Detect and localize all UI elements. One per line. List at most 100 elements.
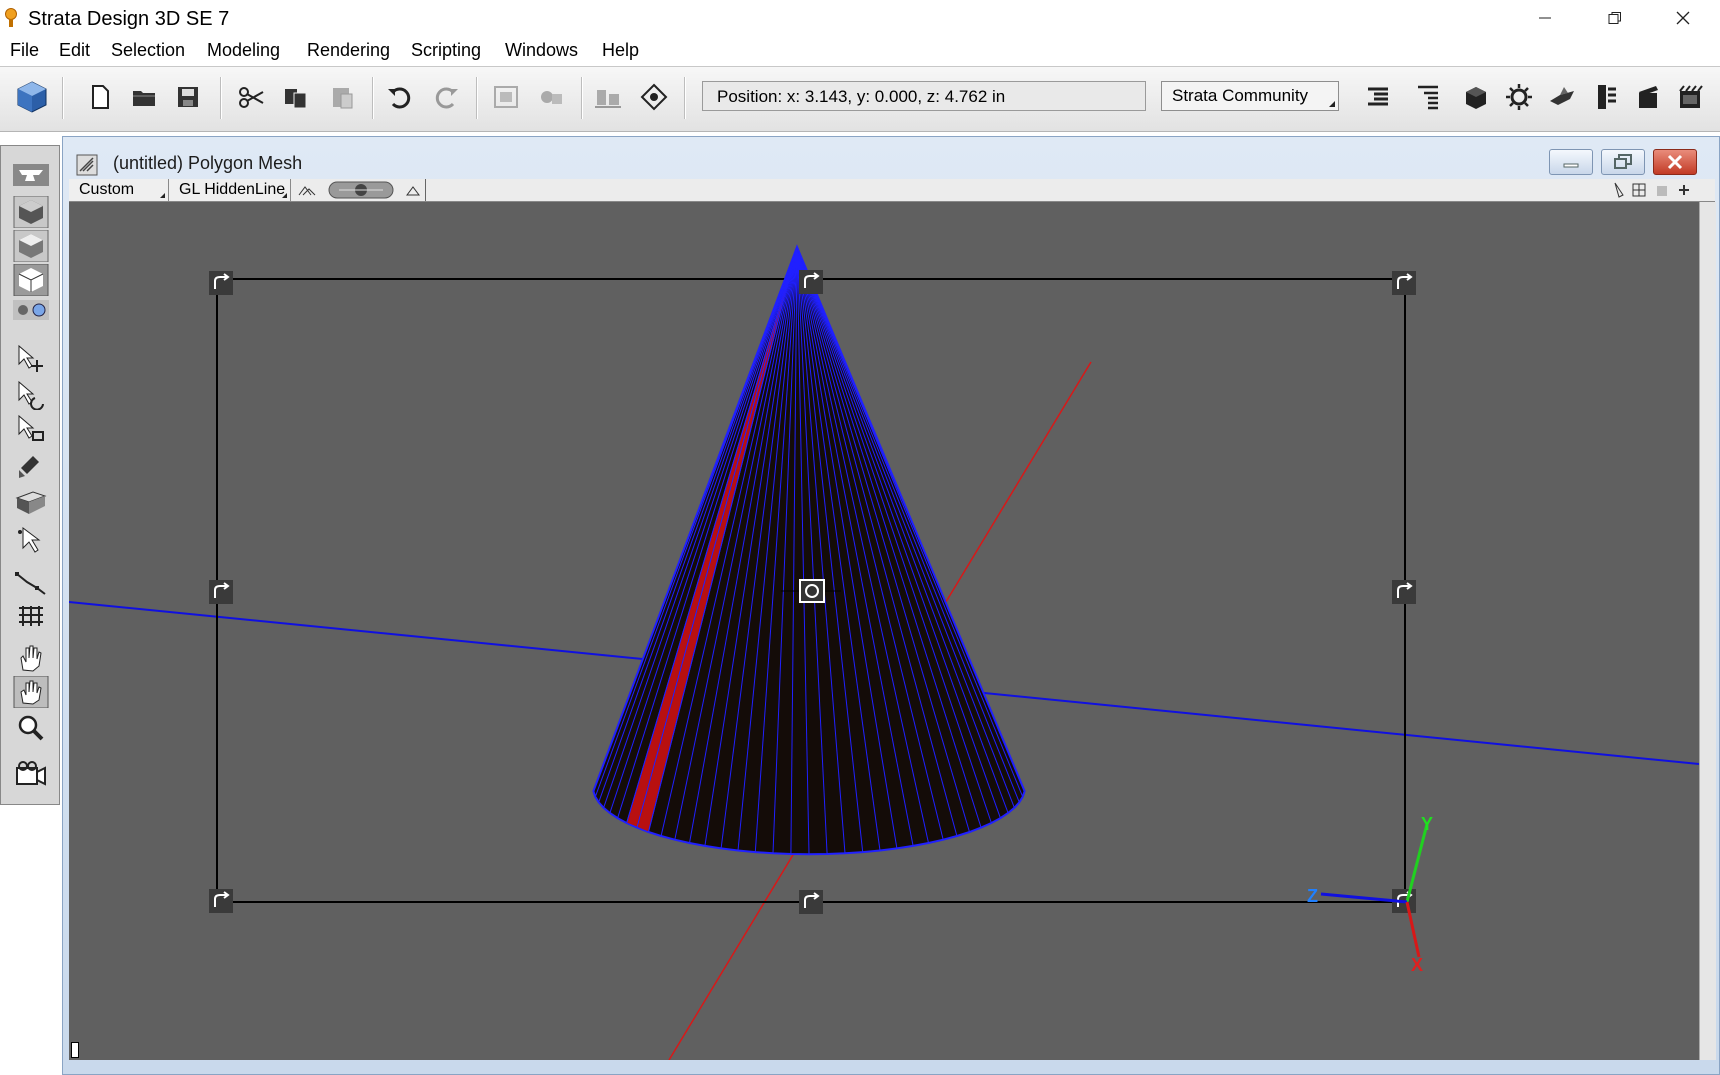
view-options-icons[interactable] [1609,181,1709,199]
clapper-icon[interactable] [1632,81,1664,113]
cone-mesh[interactable] [592,244,1026,856]
minimize-icon [1539,17,1551,19]
save-icon[interactable] [172,81,204,113]
redo-icon[interactable] [430,81,462,113]
menu-selection[interactable]: Selection [111,40,185,61]
rotate-handle-icon[interactable] [1392,580,1416,604]
toolbar-separator [372,77,374,119]
scene-canvas[interactable]: Y Z X [69,202,1699,1060]
pan-icon[interactable] [13,676,49,708]
axis-label-x: X [1411,955,1423,975]
restore-icon [1608,12,1621,24]
copy-icon[interactable] [280,81,312,113]
move-icon[interactable] [13,342,49,374]
strata-cube-icon[interactable] [14,79,50,115]
position-readout: Position: x: 3.143, y: 0.000, z: 4.762 i… [702,81,1146,111]
document-window: (untitled) Polygon Mesh Custom GL Hidden… [62,136,1720,1075]
menu-edit[interactable]: Edit [59,40,90,61]
menu-rendering[interactable]: Rendering [307,40,390,61]
align-icon[interactable] [592,81,624,113]
viewbar-separator [425,179,426,201]
view-toolbar: Custom GL HiddenLine [69,179,1715,202]
menu-bar: File Edit Selection Modeling Rendering S… [0,37,1720,65]
cube-wire-icon[interactable] [13,230,49,262]
app-title: Strata Design 3D SE 7 [28,8,230,30]
animation-icon[interactable] [1590,81,1622,113]
main-toolbar: Position: x: 3.143, y: 0.000, z: 4.762 i… [0,66,1720,132]
cube-preview-icon[interactable] [13,264,49,296]
scale-icon[interactable] [13,412,49,444]
document-title: (untitled) Polygon Mesh [113,153,303,173]
axis-label-z: Z [1307,886,1318,906]
workspace-select[interactable]: Strata Community [1161,81,1339,111]
render-mode-select[interactable]: GL HiddenLine [169,179,291,201]
toolbar-separator [62,77,64,119]
pointer-icon[interactable] [13,522,49,554]
workspace-select-value: Strata Community [1172,86,1309,105]
restore-button[interactable] [1580,0,1650,36]
group-icon[interactable] [490,81,522,113]
close-icon [1676,11,1690,25]
app-logo-icon [5,8,17,27]
cube-shaded-icon[interactable] [13,196,49,228]
rotate-handle-icon[interactable] [209,580,233,604]
menu-windows[interactable]: Windows [505,40,578,61]
lights-icon[interactable] [1503,81,1535,113]
undo-icon[interactable] [384,81,416,113]
grid-icon[interactable] [13,600,49,632]
new-file-icon[interactable] [84,81,116,113]
select-corner-icon [282,193,287,198]
ungroup-icon[interactable] [535,81,567,113]
toolbar-separator [220,77,222,119]
document-icon [76,154,98,176]
extrude-icon[interactable] [13,486,49,518]
rotate-handle-icon[interactable] [1392,271,1416,295]
viewport-scrollbar[interactable] [1699,202,1716,1060]
minimize-button[interactable] [1510,0,1580,36]
paste-icon[interactable] [326,81,358,113]
cut-icon[interactable] [235,81,267,113]
render-icon[interactable] [1546,81,1578,113]
open-folder-icon[interactable] [128,81,160,113]
select-corner-icon [1329,101,1335,107]
rotate-handle-icon[interactable] [799,890,823,914]
toolbar-separator [476,77,478,119]
view-toggle-icon[interactable] [13,300,49,320]
rotate-handle-icon[interactable] [209,889,233,913]
menu-help[interactable]: Help [602,40,639,61]
tool-palette [0,145,60,805]
close-button[interactable] [1648,0,1718,36]
doc-close-button[interactable] [1653,149,1697,175]
outline-icon[interactable] [1412,81,1444,113]
camera-dolly-control[interactable] [295,181,425,199]
snap-icon[interactable] [638,81,670,113]
menu-file[interactable]: File [10,40,39,61]
camera-icon[interactable] [13,758,49,790]
movie-icon[interactable] [1674,81,1706,113]
close-icon [1667,154,1683,170]
title-bar: Strata Design 3D SE 7 [0,0,1720,36]
rotate-icon[interactable] [13,378,49,410]
view-preset-value: Custom [79,181,135,198]
viewport-resize-marker [71,1042,79,1058]
rotate-handle-icon[interactable] [209,271,233,295]
zoom-icon[interactable] [13,712,49,744]
render-mode-value: GL HiddenLine [179,181,286,198]
menu-modeling[interactable]: Modeling [207,40,280,61]
view-preset-select[interactable]: Custom [69,179,169,201]
anvil-icon[interactable] [13,164,49,186]
select-corner-icon [160,193,165,198]
3d-viewport[interactable]: Y Z X [69,202,1699,1060]
object-icon[interactable] [1460,81,1492,113]
doc-minimize-button[interactable] [1549,149,1593,175]
restore-icon [1614,154,1632,169]
minimize-icon [1563,163,1579,168]
hand-icon[interactable] [13,642,49,674]
doc-restore-button[interactable] [1601,149,1645,175]
rotate-handle-icon[interactable] [799,270,823,294]
paint-icon[interactable] [13,450,49,482]
menu-scripting[interactable]: Scripting [411,40,481,61]
toolbar-separator [581,77,583,119]
path-icon[interactable] [13,566,49,598]
list-icon[interactable] [1362,81,1394,113]
